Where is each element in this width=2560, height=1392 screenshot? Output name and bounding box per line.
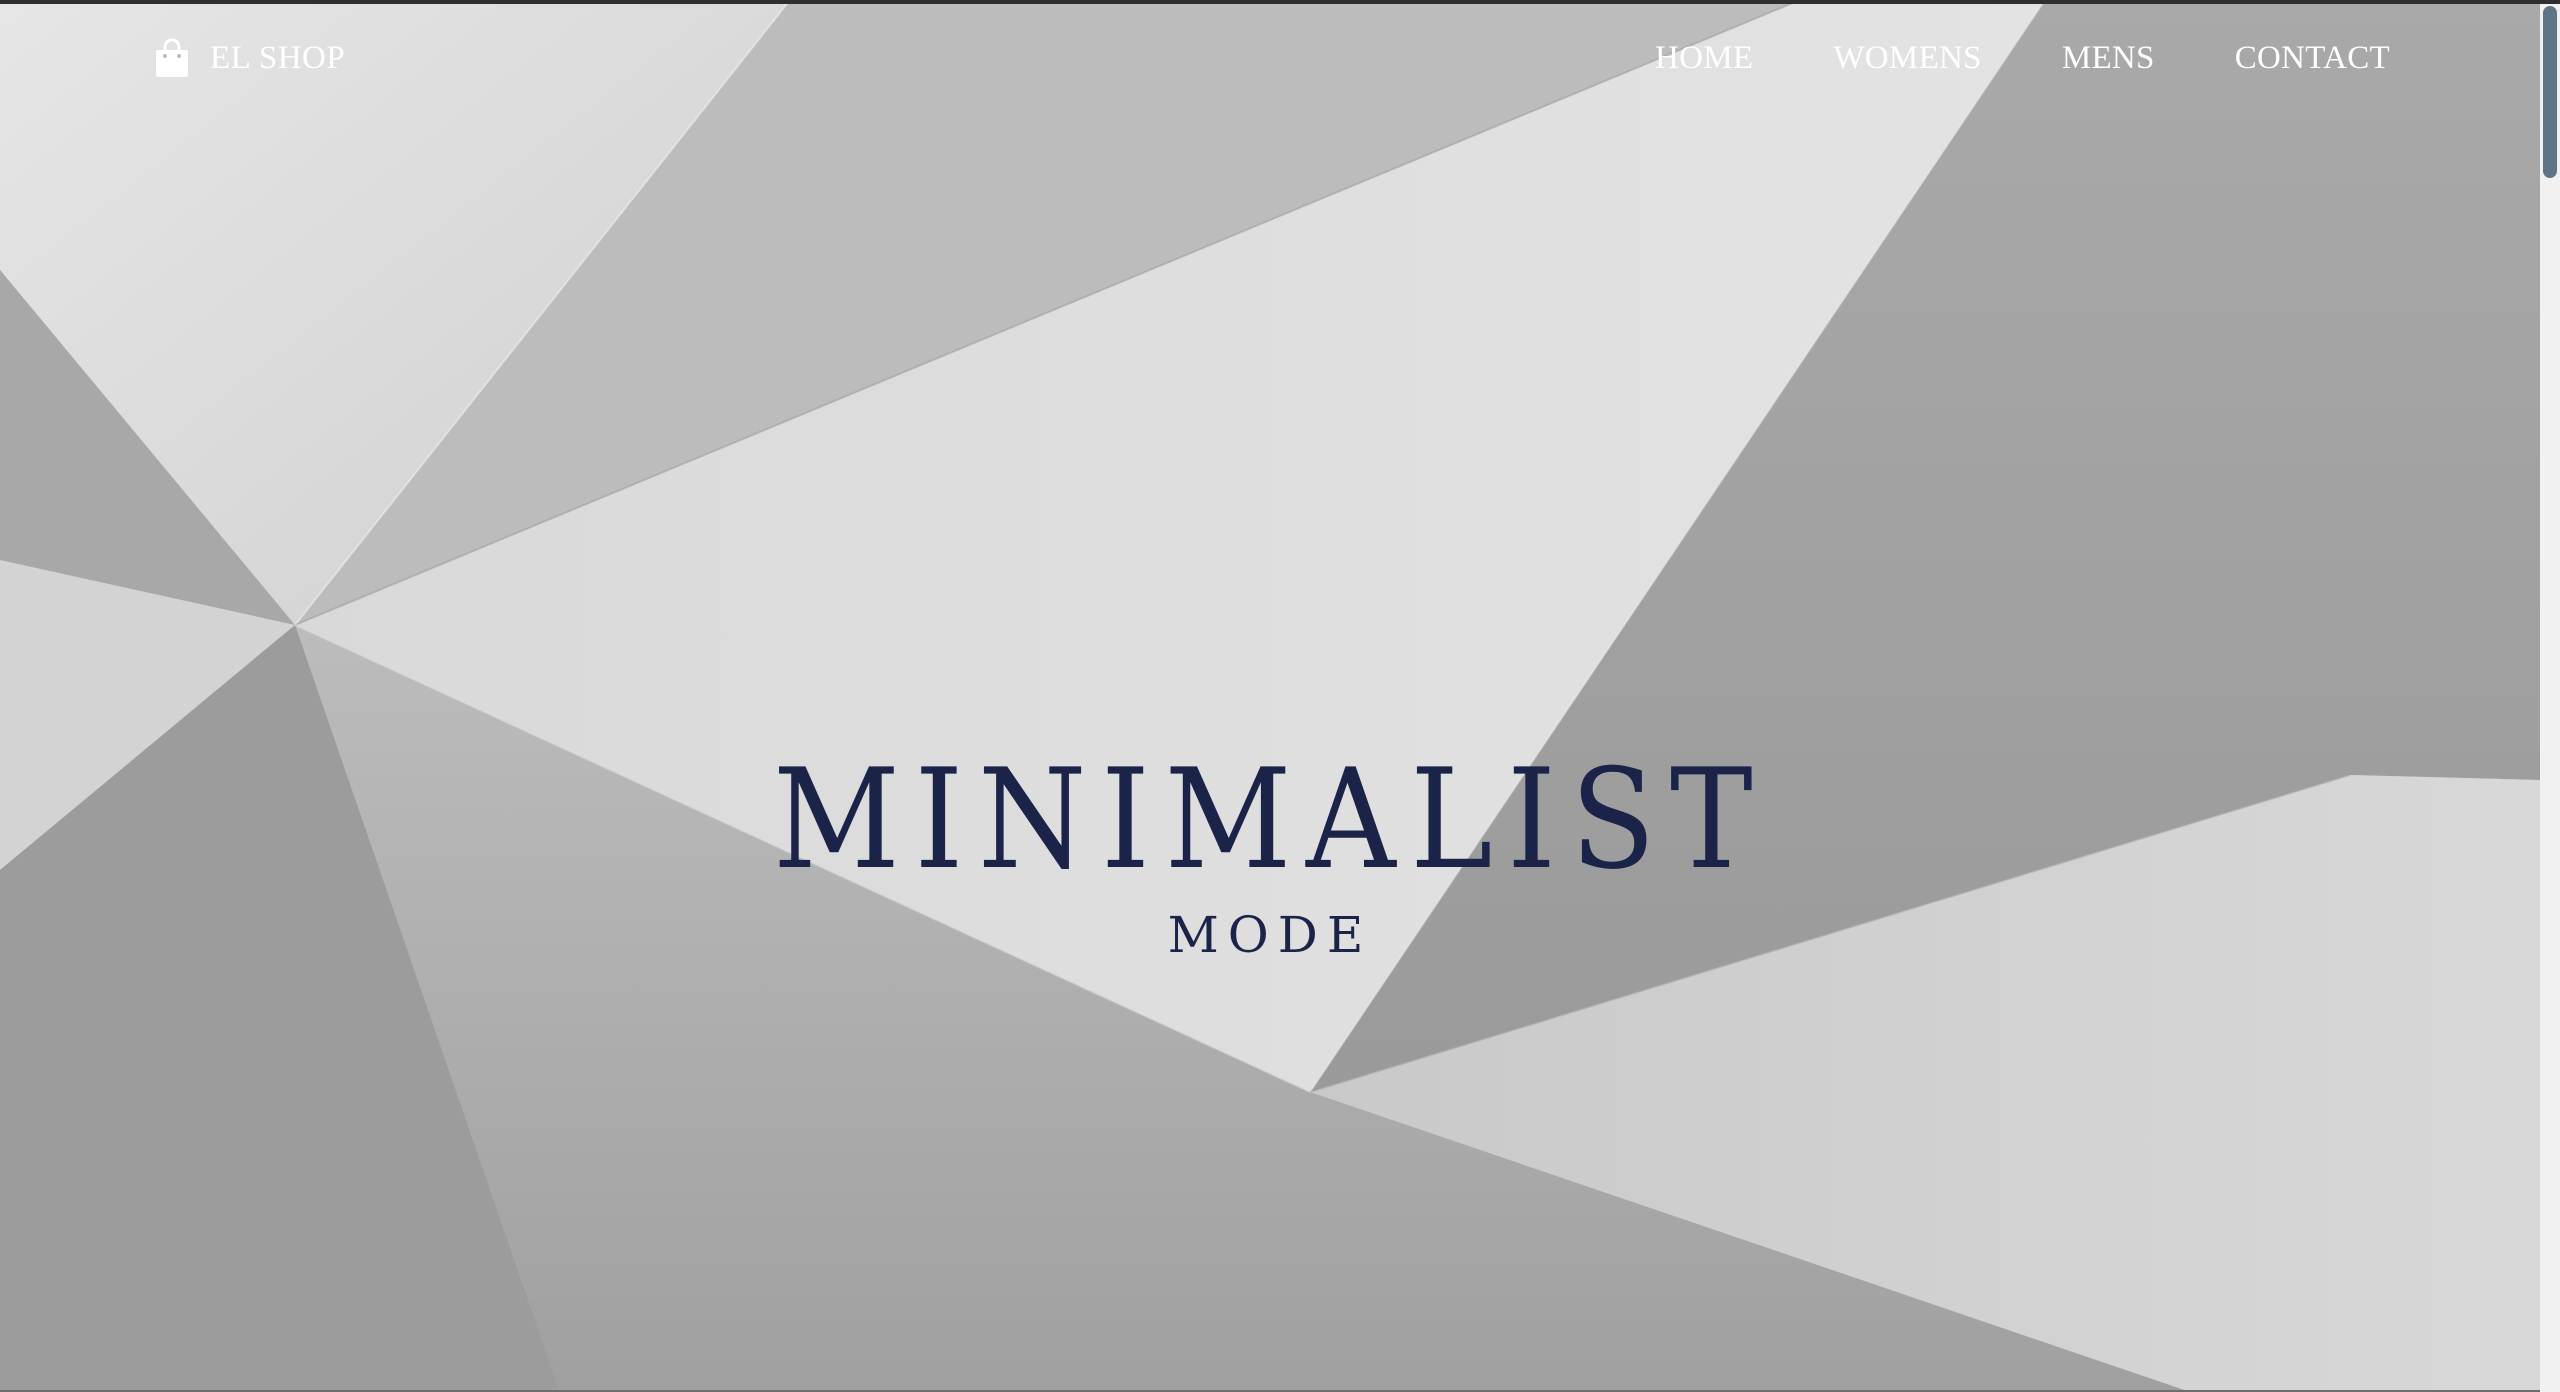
brand-name: EL SHOP (210, 39, 346, 76)
shopping-bag-icon (156, 38, 188, 77)
page-scrollbar[interactable] (2540, 4, 2560, 1392)
scrollbar-thumb[interactable] (2543, 6, 2557, 178)
hero-heading-group: MINIMALIST MODE (0, 745, 2540, 965)
hero-title: MINIMALIST (772, 739, 1768, 900)
top-navbar: EL SHOP HOME WOMENS MENS CONTACT (0, 4, 2540, 114)
nav-item-home[interactable]: HOME (1655, 40, 1753, 77)
nav-item-contact[interactable]: CONTACT (2235, 40, 2390, 77)
nav-item-mens[interactable]: MENS (2062, 40, 2155, 77)
hero-background (0, 0, 2540, 1392)
browser-viewport: EL SHOP HOME WOMENS MENS CONTACT MINIMAL… (0, 0, 2560, 1392)
nav-item-womens[interactable]: WOMENS (1833, 40, 1981, 77)
brand-link[interactable]: EL SHOP (154, 38, 345, 78)
window-top-border (0, 0, 2560, 4)
nav-menu: HOME WOMENS MENS CONTACT (1655, 40, 2390, 77)
hero-subtitle: MODE (1167, 906, 1373, 964)
